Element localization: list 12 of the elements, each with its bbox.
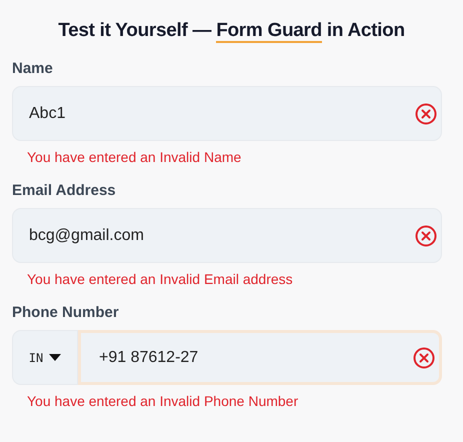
- error-message: You have entered an Invalid Phone Number: [27, 393, 298, 409]
- error-message: You have entered an Invalid Email address: [27, 271, 293, 287]
- caret-icon: [49, 354, 62, 361]
- input-field[interactable]: bcg@gmail.com: [12, 208, 442, 263]
- error-message: You have entered an Invalid Name: [27, 149, 242, 165]
- input-field[interactable]: Abc1: [12, 86, 442, 141]
- country-dropdown[interactable]: IN: [12, 330, 78, 385]
- field-label: Name: [12, 60, 53, 77]
- section-title: Test it Yourself — Form Guard in Action: [57, 20, 406, 42]
- field-label: Phone Number: [12, 304, 119, 321]
- phone-input-field[interactable]: +91 87612-27: [78, 330, 442, 385]
- field-label: Email Address: [12, 182, 116, 199]
